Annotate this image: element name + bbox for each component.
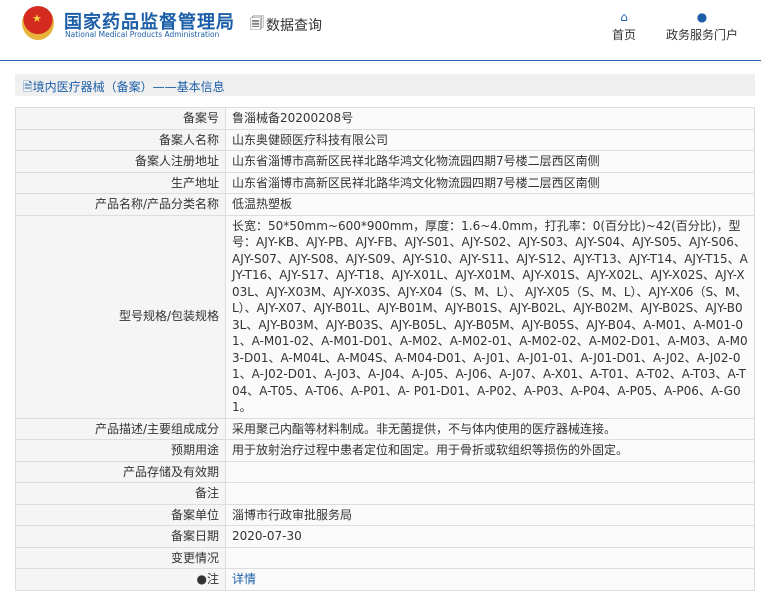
- table-row: 变更情况: [15, 546, 755, 569]
- nav-service-portal[interactable]: ● 政务服务门户: [666, 10, 738, 43]
- row-value: 2020-07-30: [225, 525, 755, 548]
- table-row: 生产地址 山东省淄博市高新区民祥北路华鸿文化物流园四期7号楼二层西区南侧: [15, 171, 755, 194]
- row-label: 备案人注册地址: [15, 150, 226, 173]
- row-label: 变更情况: [15, 546, 226, 569]
- table-row: 备注: [15, 482, 755, 505]
- lightbulb-icon: ●: [196, 572, 207, 586]
- row-label: 备注: [15, 482, 226, 505]
- breadcrumb-text: 境内医疗器械（备案）——基本信息: [32, 80, 225, 94]
- row-label: 产品名称/产品分类名称: [15, 193, 226, 216]
- row-label: 生产地址: [15, 171, 226, 194]
- info-table: 备案号 鲁淄械备20200208号 备案人名称 山东奥健颐医疗科技有限公司 备案人注册地…: [15, 107, 755, 591]
- table-row-note: ●注 详情: [15, 568, 755, 591]
- national-emblem-logo: [22, 6, 54, 40]
- nav-home-label: 首页: [612, 28, 637, 42]
- table-row: 备案人注册地址 山东省淄博市高新区民祥北路华鸿文化物流园四期7号楼二层西区南侧: [15, 150, 755, 173]
- row-label: 预期用途: [15, 439, 226, 462]
- document-search-icon: 🗐: [250, 16, 264, 32]
- note-label: 注: [206, 572, 219, 586]
- row-value: 鲁淄械备20200208号: [225, 107, 755, 130]
- site-subtitle: National Medical Products Administration: [65, 30, 220, 39]
- row-value: 山东省淄博市高新区民祥北路华鸿文化物流园四期7号楼二层西区南侧: [225, 171, 755, 194]
- home-icon: ⌂: [620, 10, 628, 24]
- row-value: 用于放射治疗过程中患者定位和固定。用于骨折或软组织等损伤的外固定。: [225, 439, 755, 462]
- table-row: 产品描述/主要组成成分 采用聚己内酯等材料制成。非无菌提供，不与体内使用的医疗器械…: [15, 417, 755, 440]
- table-row: 备案日期 2020-07-30: [15, 525, 755, 548]
- document-icon: 🗎: [23, 80, 33, 94]
- row-value: 长宽：50*50mm~600*900mm，厚度：1.6~4.0mm，打孔率：0(…: [225, 214, 755, 419]
- details-link[interactable]: 详情: [232, 572, 256, 586]
- row-value: 山东省淄博市高新区民祥北路华鸿文化物流园四期7号楼二层西区南侧: [225, 150, 755, 173]
- table-row: 型号规格/包装规格 长宽：50*50mm~600*900mm，厚度：1.6~4.0…: [15, 214, 755, 419]
- row-value: [225, 546, 755, 569]
- user-icon: ●: [696, 10, 708, 24]
- row-value: 山东奥健颐医疗科技有限公司: [225, 128, 755, 151]
- table-row: 产品存储及有效期: [15, 460, 755, 483]
- nav-portal-label: 政务服务门户: [666, 28, 739, 42]
- row-label: 备案日期: [15, 525, 226, 548]
- table-row: 备案单位 淄博市行政审批服务局: [15, 503, 755, 526]
- site-header: 国家药品监督管理局 National Medical Products Admi…: [0, 0, 761, 61]
- row-label: 型号规格/包装规格: [15, 214, 226, 419]
- row-value: 详情: [225, 568, 755, 591]
- row-label: 产品描述/主要组成成分: [15, 417, 226, 440]
- nav-home[interactable]: ⌂ 首页: [612, 10, 636, 43]
- breadcrumb: 🗎境内医疗器械（备案）——基本信息: [15, 74, 755, 96]
- row-value: 淄博市行政审批服务局: [225, 503, 755, 526]
- row-value: [225, 482, 755, 505]
- row-value: [225, 460, 755, 483]
- data-query-label: 数据查询: [266, 18, 322, 34]
- row-label: 产品存储及有效期: [15, 460, 226, 483]
- table-row: 备案人名称 山东奥健颐医疗科技有限公司: [15, 128, 755, 151]
- row-value: 低温热塑板: [225, 193, 755, 216]
- row-label: 备案人名称: [15, 128, 226, 151]
- data-query-link[interactable]: 🗐 数据查询: [250, 13, 322, 37]
- table-row: 备案号 鲁淄械备20200208号: [15, 107, 755, 130]
- row-label: ●注: [15, 568, 226, 591]
- table-row: 预期用途 用于放射治疗过程中患者定位和固定。用于骨折或软组织等损伤的外固定。: [15, 439, 755, 462]
- row-value: 采用聚己内酯等材料制成。非无菌提供，不与体内使用的医疗器械连接。: [225, 417, 755, 440]
- table-row: 产品名称/产品分类名称 低温热塑板: [15, 193, 755, 216]
- row-label: 备案单位: [15, 503, 226, 526]
- row-label: 备案号: [15, 107, 226, 130]
